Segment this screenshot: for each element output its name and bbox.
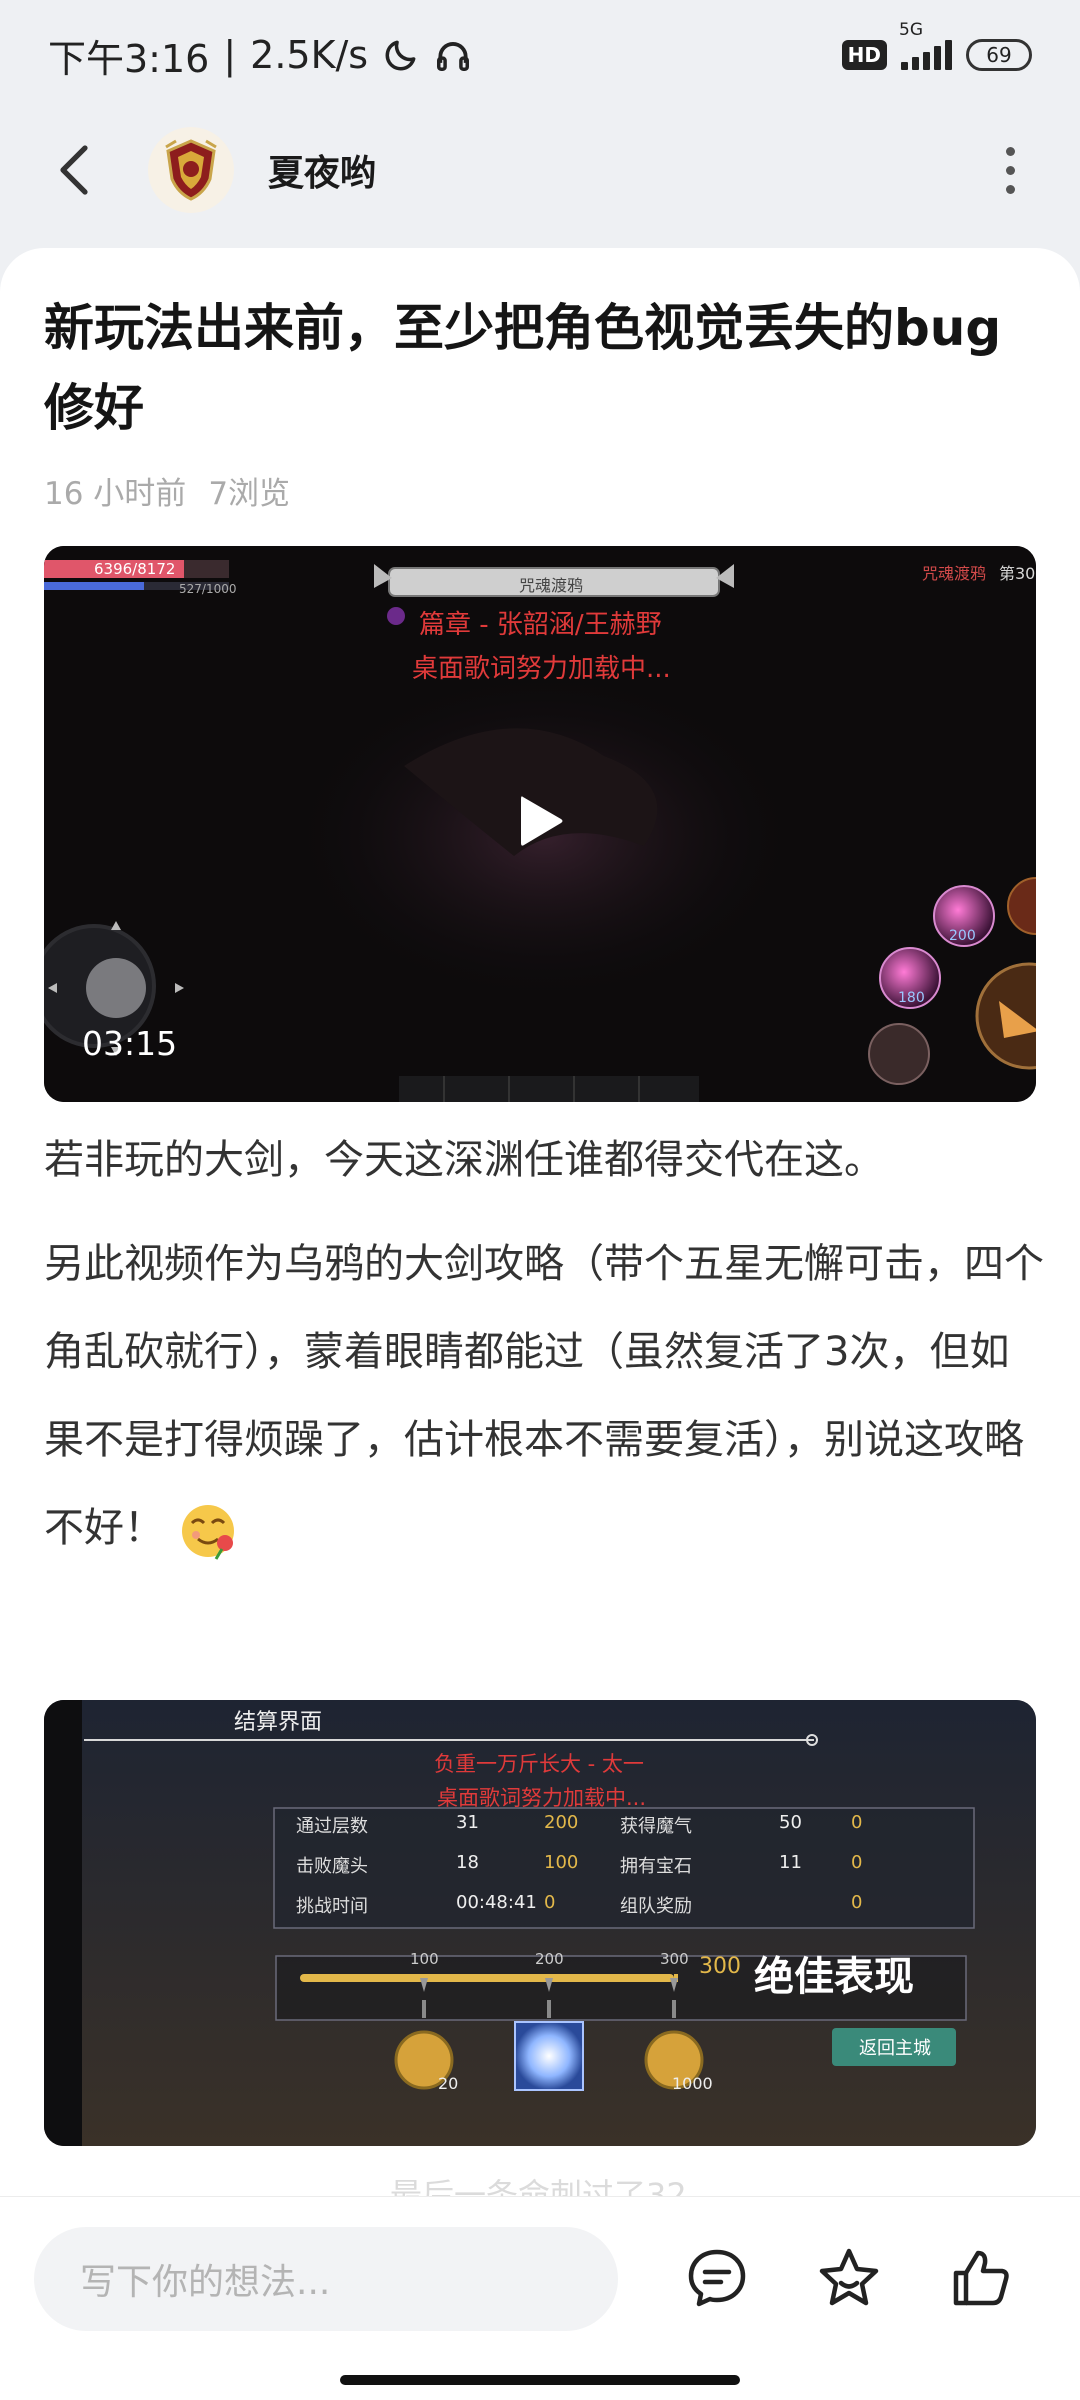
more-button[interactable] [980, 135, 1040, 205]
favorite-icon [819, 2248, 879, 2306]
reward1-count: 20 [438, 2074, 459, 2093]
reward2-count: 1000 [672, 2074, 713, 2093]
comment-placeholder: 写下你的想法... [80, 2262, 331, 2303]
tick-300: 300 [660, 1950, 689, 1968]
result-score: 300 [699, 1954, 741, 1979]
return-city-button: 返回主城 [859, 2038, 931, 2059]
result-image[interactable]: 结算界面 负重一万斤长大 - 太一 桌面歌词努力加载中... 通过层数 31 2… [44, 1700, 1036, 2146]
hud-banner: 咒魂渡鸦 [519, 576, 584, 595]
play-icon [521, 796, 563, 846]
hud-skill2: 180 [898, 990, 925, 1006]
hud-floor: 第30层 [999, 564, 1036, 583]
hud-lyrics: 桌面歌词努力加载中... [412, 654, 671, 684]
crest-icon [165, 139, 217, 201]
post-time: 16 小时前 [44, 476, 187, 512]
post-title: 新玩法出来前，至少把角色视觉丢失的bug修好 [44, 299, 1002, 437]
signal-icon: 5G [899, 20, 952, 70]
row3-label2: 组队奖励 [620, 1896, 692, 1917]
row2-value2: 11 [779, 1852, 802, 1873]
network-type: 5G [899, 20, 923, 40]
post-meta: 16 小时前 7浏览 [44, 468, 290, 513]
like-button[interactable] [938, 2235, 1024, 2321]
row1-pts2: 0 [851, 1812, 863, 1833]
comment-button[interactable] [674, 2235, 760, 2321]
moon-icon [385, 40, 416, 71]
status-bar: 下午3:16 | 2.5K/s HD 5G 69 [0, 0, 1080, 110]
row1-label2: 获得魔气 [620, 1816, 692, 1837]
status-speed: 2.5K/s [250, 33, 369, 77]
back-button[interactable] [40, 135, 110, 205]
hud-song: 篇章 - 张韶涵/王赫野 [419, 610, 662, 640]
hd-badge: HD [841, 40, 887, 70]
chevron-left-icon [60, 145, 88, 195]
video-duration: 03:15 [82, 1024, 178, 1063]
result-header: 结算界面 [234, 1710, 323, 1735]
row3-label: 挑战时间 [296, 1896, 368, 1917]
tick-100: 100 [410, 1950, 439, 1968]
play-button[interactable] [464, 746, 614, 896]
bottom-bar: 写下你的想法... [0, 2196, 1080, 2400]
comment-input[interactable]: 写下你的想法... [34, 2227, 618, 2331]
battery-icon: 69 [966, 39, 1032, 71]
faded-text: 最后一条命刺过了32 [390, 2176, 687, 2198]
status-divider: | [223, 33, 237, 77]
row2-pts2: 0 [851, 1852, 863, 1873]
paragraph-2: 另此视频作为乌鸦的大剑攻略（带个五星无懈可击，四个角乱砍就行），蒙着眼睛都能过（… [44, 1220, 1044, 1572]
flower-emoji-icon [182, 1505, 234, 1560]
row2-label2: 拥有宝石 [620, 1856, 692, 1877]
row2-value: 18 [456, 1852, 479, 1873]
row3-value: 00:48:41 [456, 1892, 537, 1913]
status-left: 下午3:16 | 2.5K/s [48, 28, 472, 83]
result-lyrics: 桌面歌词努力加载中... [437, 1786, 647, 1810]
like-icon [953, 2250, 1009, 2306]
home-indicator[interactable] [340, 2375, 740, 2385]
row1-pts: 200 [544, 1812, 579, 1833]
status-right: HD 5G 69 [841, 20, 1032, 71]
tick-200: 200 [535, 1950, 564, 1968]
row1-value2: 50 [779, 1812, 802, 1833]
headphones-icon [437, 42, 470, 71]
status-time: 下午3:16 [48, 36, 210, 81]
hud-hp: 6396/8172 [94, 560, 176, 578]
comment-icon [688, 2249, 746, 2307]
avatar[interactable] [148, 127, 234, 213]
row3-pts: 0 [544, 1892, 556, 1913]
hud-skill1: 200 [949, 928, 976, 944]
post-card: 新玩法出来前，至少把角色视觉丢失的bug修好 16 小时前 7浏览 6396/8… [0, 248, 1080, 2198]
video-player[interactable]: 6396/8172 527/1000 咒魂渡鸦 篇章 - 张韶涵/王赫野 桌面歌… [44, 546, 1036, 1102]
hud-mp: 527/1000 [179, 582, 237, 596]
row3-pts2: 0 [851, 1892, 863, 1913]
row2-pts: 100 [544, 1852, 579, 1873]
more-vertical-icon [1005, 146, 1015, 156]
username[interactable]: 夏夜哟 [268, 144, 376, 196]
result-song: 负重一万斤长大 - 太一 [434, 1752, 644, 1776]
hud-top-right: 咒魂渡鸦 [922, 564, 987, 583]
post-views: 7浏览 [208, 476, 291, 512]
result-rating: 绝佳表现 [754, 1953, 914, 2000]
paragraph-1: 若非玩的大剑，今天这深渊任谁都得交代在这。 [44, 1137, 884, 1183]
favorite-button[interactable] [806, 2235, 892, 2321]
top-bar: 夏夜哟 [0, 110, 1080, 230]
row1-value: 31 [456, 1812, 479, 1833]
row1-label: 通过层数 [296, 1816, 368, 1837]
row2-label: 击败魔头 [296, 1856, 368, 1877]
battery-level: 69 [986, 43, 1012, 67]
